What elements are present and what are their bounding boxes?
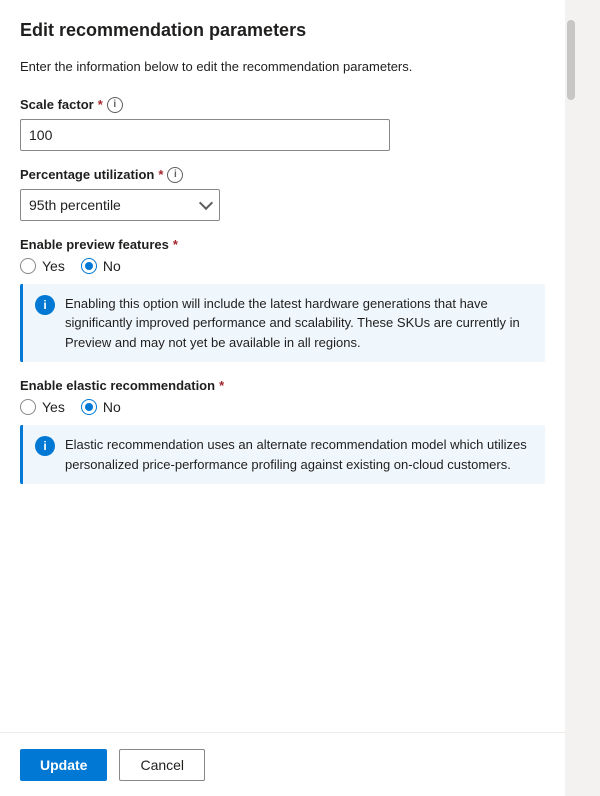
edit-panel: Edit recommendation parameters Enter the…: [0, 0, 565, 796]
enable-elastic-no-radio-inner: [85, 403, 93, 411]
enable-preview-no-radio-inner: [85, 262, 93, 270]
enable-elastic-info-icon: i: [35, 436, 55, 456]
chevron-down-icon: [199, 195, 213, 209]
scale-factor-label: Scale factor * i: [20, 97, 545, 113]
enable-elastic-yes-option[interactable]: Yes: [20, 399, 65, 415]
scale-factor-group: Scale factor * i: [20, 97, 545, 151]
enable-elastic-yes-label: Yes: [42, 399, 65, 415]
enable-preview-radio-group: Yes No: [20, 258, 545, 274]
scale-factor-info-icon[interactable]: i: [107, 97, 123, 113]
enable-elastic-info-text: Elastic recommendation uses an alternate…: [65, 435, 533, 474]
percentage-utilization-select[interactable]: 95th percentile: [20, 189, 220, 221]
scale-factor-input[interactable]: [20, 119, 390, 151]
enable-preview-required: *: [173, 237, 178, 252]
enable-elastic-label: Enable elastic recommendation *: [20, 378, 545, 393]
enable-preview-no-radio[interactable]: [81, 258, 97, 274]
enable-preview-yes-radio[interactable]: [20, 258, 36, 274]
percentage-utilization-group: Percentage utilization * i 95th percenti…: [20, 167, 545, 221]
panel-description: Enter the information below to edit the …: [20, 57, 545, 77]
enable-elastic-group: Enable elastic recommendation * Yes No i…: [20, 378, 545, 484]
percentage-utilization-required: *: [158, 167, 163, 182]
enable-preview-group: Enable preview features * Yes No i Enabl…: [20, 237, 545, 363]
enable-elastic-no-radio[interactable]: [81, 399, 97, 415]
enable-preview-info-text: Enabling this option will include the la…: [65, 294, 533, 353]
enable-elastic-no-option[interactable]: No: [81, 399, 121, 415]
enable-elastic-no-label: No: [103, 399, 121, 415]
panel-title: Edit recommendation parameters: [20, 20, 545, 41]
scale-factor-required: *: [98, 97, 103, 112]
enable-preview-yes-option[interactable]: Yes: [20, 258, 65, 274]
enable-preview-no-label: No: [103, 258, 121, 274]
scrollbar[interactable]: [565, 0, 577, 796]
enable-elastic-radio-group: Yes No: [20, 399, 545, 415]
cancel-button[interactable]: Cancel: [119, 749, 205, 781]
enable-preview-label: Enable preview features *: [20, 237, 545, 252]
percentage-utilization-info-icon[interactable]: i: [167, 167, 183, 183]
enable-preview-yes-label: Yes: [42, 258, 65, 274]
enable-elastic-required: *: [219, 378, 224, 393]
enable-preview-info-icon: i: [35, 295, 55, 315]
footer: Update Cancel: [0, 732, 565, 796]
enable-preview-info-box: i Enabling this option will include the …: [20, 284, 545, 363]
percentage-utilization-label: Percentage utilization * i: [20, 167, 545, 183]
scrollbar-thumb[interactable]: [567, 20, 575, 100]
enable-preview-no-option[interactable]: No: [81, 258, 121, 274]
percentage-utilization-value: 95th percentile: [29, 197, 121, 213]
enable-elastic-info-box: i Elastic recommendation uses an alterna…: [20, 425, 545, 484]
update-button[interactable]: Update: [20, 749, 107, 781]
enable-elastic-yes-radio[interactable]: [20, 399, 36, 415]
